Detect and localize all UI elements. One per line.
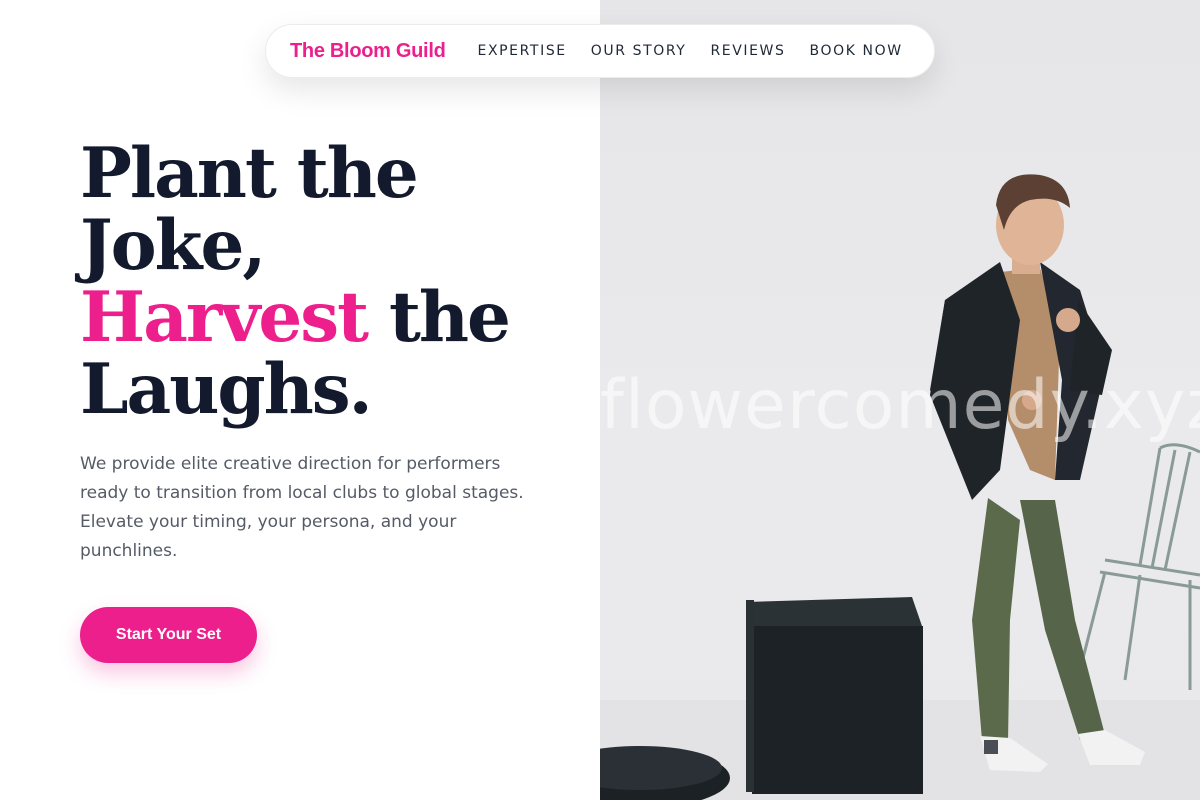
top-nav-bar: The Bloom Guild EXPERTISE OUR STORY REVI… [265,24,935,78]
brand-logo[interactable]: The Bloom Guild [290,40,446,63]
hero-heading-line-2: Joke, [80,205,266,286]
nav-link-expertise[interactable]: EXPERTISE [478,43,567,59]
hero-heading-line-3: the [366,277,511,358]
hero-heading-accent: Harvest [80,277,369,358]
start-your-set-button[interactable]: Start Your Set [80,607,257,663]
hero-photo: flowercomedy.xyz [600,0,1200,800]
nav-link-book-now[interactable]: BOOK NOW [810,43,903,59]
watermark-text: flowercomedy.xyz [600,366,1200,445]
hero-heading-line-4: Laughs. [80,349,373,430]
hero-description: We provide elite creative direction for … [80,454,524,561]
hero-heading: Plant the Joke, Harvest the Laughs. [80,138,580,426]
nav-link-our-story[interactable]: OUR STORY [591,43,687,59]
nav-link-reviews[interactable]: REVIEWS [710,43,785,59]
hero-heading-line-1: Plant the [80,133,419,214]
nav-links: EXPERTISE OUR STORY REVIEWS BOOK NOW [478,43,927,59]
